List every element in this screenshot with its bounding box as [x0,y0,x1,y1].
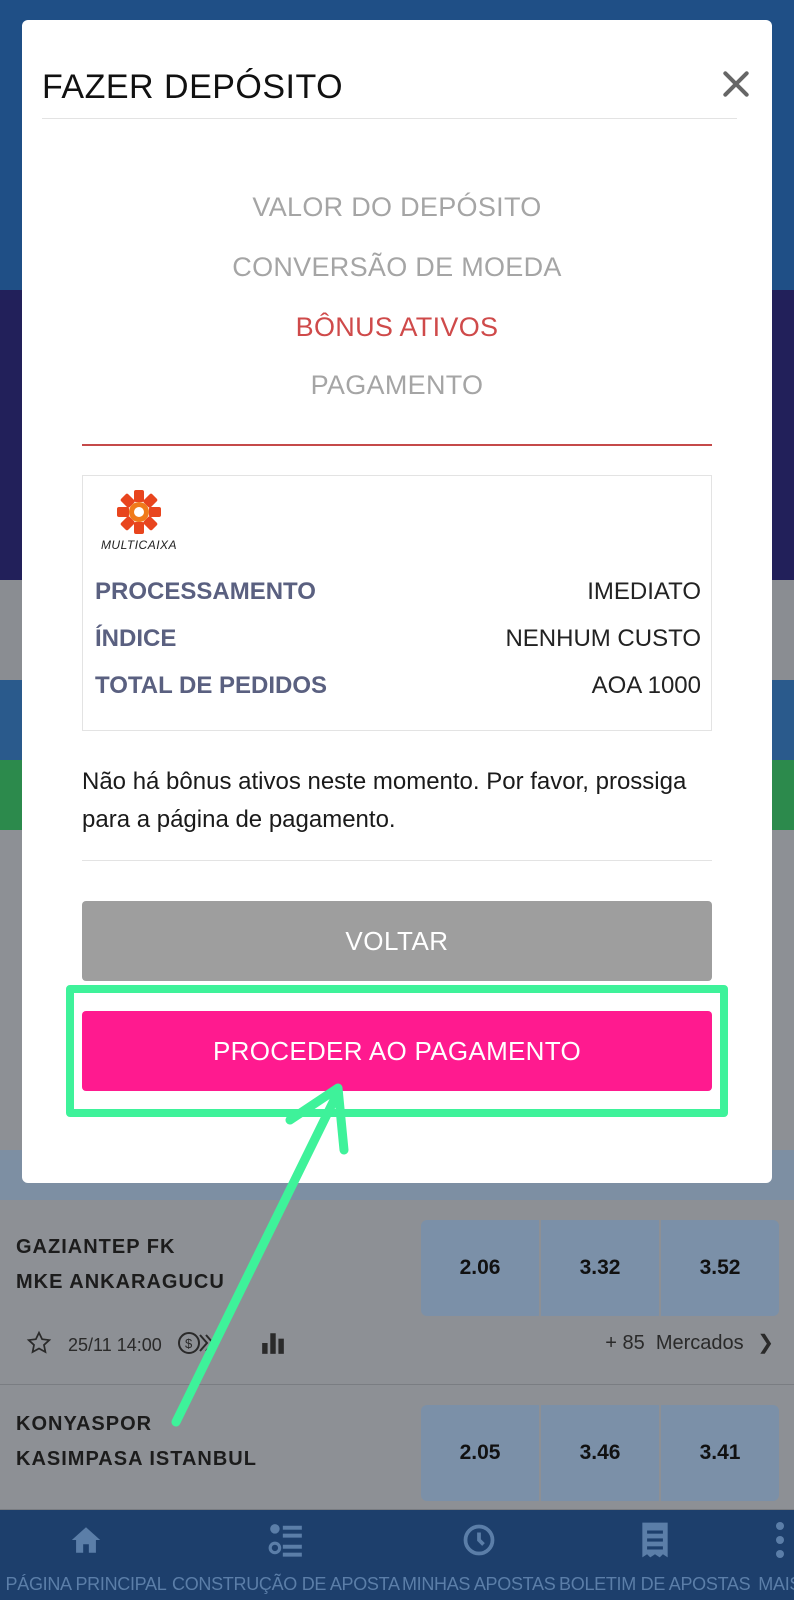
bottom-nav: PÁGINA PRINCIPAL CONSTRUÇÃO DE APOSTA MI… [0,1510,794,1600]
odd-away[interactable]: 3.41 [661,1405,779,1501]
payment-method-card: MULTICAIXA PROCESSAMENTO IMEDIATO ÍNDICE… [82,475,712,731]
star-icon[interactable] [26,1330,52,1361]
list-builder-icon [264,1520,308,1560]
info-row-processing: PROCESSAMENTO IMEDIATO [95,578,701,606]
match-teams: GAZIANTEP FK MKE ANKARAGUCU [16,1230,225,1300]
nav-label: MINHAS APOSTAS [401,1574,556,1594]
nav-label: CONSTRUÇÃO DE APOSTA [172,1574,400,1594]
home-team: GAZIANTEP FK [16,1236,176,1258]
match-teams: KONYASPOR KASIMPASA ISTANBUL [16,1407,257,1477]
divider [82,860,712,861]
odd-home[interactable]: 2.05 [421,1405,539,1501]
odd-home[interactable]: 2.06 [421,1220,539,1316]
info-value: AOA 1000 [591,672,701,699]
match-datetime: 25/11 14:00 [68,1335,162,1355]
match-row[interactable]: KONYASPOR KASIMPASA ISTANBUL 2.05 3.46 3… [0,1385,794,1510]
multicaixa-logo: MULTICAIXA [99,488,179,554]
stats-icon[interactable] [260,1330,286,1361]
info-key: TOTAL DE PEDIDOS [95,672,328,699]
home-icon [64,1520,108,1560]
nav-label: PÁGINA PRINCIPAL [5,1574,167,1594]
close-icon[interactable] [720,68,752,100]
away-team: MKE ANKARAGUCU [16,1271,225,1293]
match-meta: 25/11 14:00 $ [26,1330,286,1361]
nav-bet-builder[interactable]: CONSTRUÇÃO DE APOSTA [172,1510,400,1600]
nav-home[interactable]: PÁGINA PRINCIPAL [0,1510,172,1600]
modal-title: FAZER DEPÓSITO [42,68,344,106]
more-icon [758,1520,794,1560]
markets-label: + 85 Mercados [605,1332,744,1354]
odd-draw[interactable]: 3.46 [541,1405,659,1501]
nav-more[interactable]: MAIS [752,1510,794,1600]
divider [42,118,737,119]
logo-wordmark: MULTICAIXA [100,538,178,552]
markets-link[interactable]: + 85 Mercados ❯ [605,1330,774,1355]
home-team: KONYASPOR [16,1413,153,1435]
match-row[interactable]: GAZIANTEP FK MKE ANKARAGUCU 2.06 3.32 3.… [0,1200,794,1385]
nav-my-bets[interactable]: MINHAS APOSTAS [400,1510,558,1600]
nav-label: BOLETIM DE APOSTAS [559,1574,751,1594]
info-key: ÍNDICE [95,625,177,652]
nav-label: MAIS [758,1574,794,1594]
info-key: PROCESSAMENTO [95,578,316,605]
info-value: IMEDIATO [587,578,701,605]
nav-betslip[interactable]: BOLETIM DE APOSTAS [558,1510,752,1600]
odd-away[interactable]: 3.52 [661,1220,779,1316]
cashout-icon: $ [177,1330,215,1361]
history-icon [457,1520,501,1560]
info-value: NENHUM CUSTO [505,625,701,652]
step-payment: PAGAMENTO [310,370,484,400]
info-row-total: TOTAL DE PEDIDOS AOA 1000 [95,672,701,700]
steps-divider [82,444,712,446]
odds-group: 2.06 3.32 3.52 [421,1220,779,1316]
no-bonus-message: Não há bônus ativos neste momento. Por f… [82,768,687,833]
receipt-icon [633,1520,677,1560]
svg-text:$: $ [185,1336,193,1351]
odd-draw[interactable]: 3.32 [541,1220,659,1316]
odds-group: 2.05 3.46 3.41 [421,1405,779,1501]
step-active-bonuses: BÔNUS ATIVOS [295,312,499,342]
away-team: KASIMPASA ISTANBUL [16,1448,257,1470]
step-deposit-amount: VALOR DO DEPÓSITO [252,192,542,222]
info-row-fee: ÍNDICE NENHUM CUSTO [95,625,701,653]
back-button[interactable]: VOLTAR [82,901,712,981]
step-currency-conversion: CONVERSÃO DE MOEDA [232,252,562,282]
chevron-right-icon: ❯ [757,1332,774,1354]
highlight-box [66,985,728,1117]
